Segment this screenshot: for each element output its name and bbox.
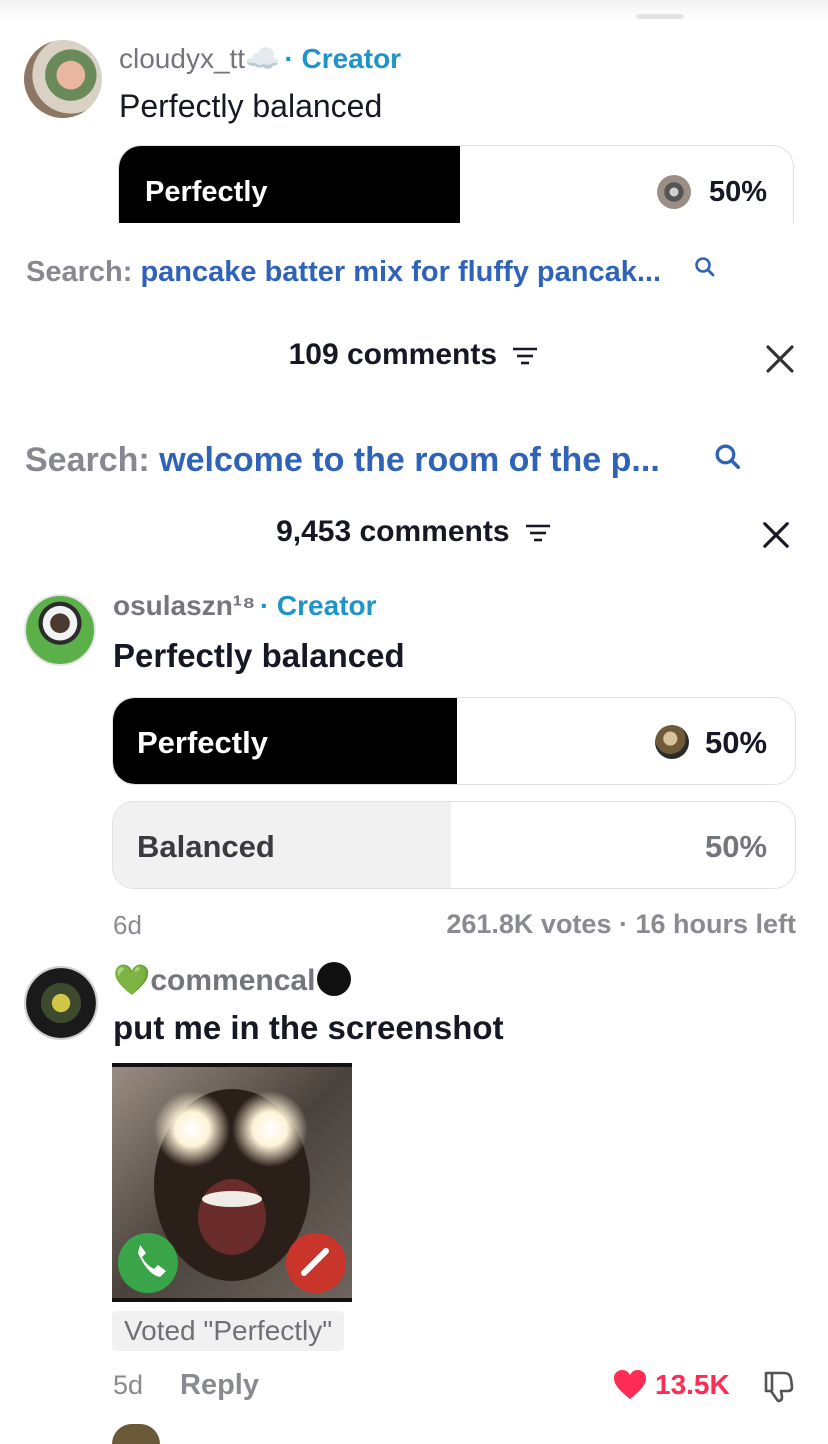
- poll-percent: 50%: [705, 725, 768, 760]
- dislike-icon[interactable]: [762, 1369, 796, 1403]
- poll-option-balanced[interactable]: Balanced 50%: [112, 801, 796, 889]
- drag-handle[interactable]: [636, 14, 684, 19]
- close-icon[interactable]: [762, 521, 790, 549]
- heart-icon[interactable]: [612, 1369, 648, 1401]
- username[interactable]: cloudyx_tt☁️: [119, 43, 280, 74]
- like-count: 13.5K: [655, 1369, 730, 1400]
- avatar[interactable]: [112, 1424, 160, 1444]
- comments-count: 109 comments: [288, 338, 498, 371]
- poll-option-perfectly[interactable]: Perfectly 50%: [112, 697, 796, 785]
- comment-header: 💚commencal: [113, 962, 352, 998]
- search-icon[interactable]: [714, 443, 742, 471]
- comment-text: Perfectly balanced: [119, 88, 383, 124]
- search-icon[interactable]: [694, 256, 716, 278]
- poll-percent: 50%: [709, 176, 768, 208]
- call-meme-image: [112, 1067, 352, 1298]
- comment-age: 6d: [113, 910, 142, 940]
- comment-age: 5d: [113, 1370, 144, 1400]
- comments-header: 9,453 comments: [200, 515, 628, 549]
- poll-percent: 50%: [705, 829, 768, 864]
- comment-header: osulaszn¹⁸ · Creator: [113, 590, 377, 622]
- avatar[interactable]: [24, 594, 96, 666]
- comments-count: 9,453 comments: [276, 515, 510, 548]
- search-query[interactable]: pancake batter mix for fluffy pancak...: [140, 256, 661, 288]
- search-suggestion[interactable]: Search: welcome to the room of the p...: [25, 441, 660, 480]
- username[interactable]: osulaszn¹⁸: [113, 590, 255, 621]
- reply-button[interactable]: Reply: [180, 1369, 259, 1402]
- poll-option-label: Balanced: [137, 829, 275, 864]
- comment-text: Perfectly balanced: [113, 637, 405, 674]
- avatar[interactable]: [24, 966, 98, 1040]
- poll-votes: 261.8K votes · 16 hours left: [446, 909, 796, 939]
- voter-avatar-icon: [657, 175, 691, 209]
- comment-header: cloudyx_tt☁️ · Creator: [119, 42, 401, 75]
- search-query[interactable]: welcome to the room of the p...: [159, 441, 660, 479]
- close-icon[interactable]: [765, 344, 795, 374]
- creator-badge: · Creator: [259, 590, 377, 621]
- comments-header: 109 comments: [200, 338, 628, 372]
- search-prefix: Search:: [26, 256, 133, 288]
- poll-option-perfectly[interactable]: Perfectly 50%: [118, 145, 794, 223]
- comment-text: put me in the screenshot: [113, 1009, 504, 1046]
- green-heart-icon: 💚: [113, 964, 151, 997]
- search-prefix: Search:: [25, 441, 150, 479]
- poll-option-label: Perfectly: [145, 176, 268, 208]
- voted-badge: Voted "Perfectly": [112, 1311, 345, 1351]
- creator-badge: · Creator: [284, 43, 402, 74]
- comment-image[interactable]: [112, 1063, 352, 1302]
- voter-avatar-icon: [655, 725, 689, 759]
- avatar[interactable]: [24, 40, 102, 118]
- accept-call-icon: [118, 1233, 178, 1293]
- poll-option-label: Perfectly: [137, 725, 268, 760]
- sort-icon[interactable]: [511, 345, 539, 367]
- search-suggestion[interactable]: Search: pancake batter mix for fluffy pa…: [26, 256, 661, 289]
- top-strip: [0, 0, 828, 22]
- username[interactable]: commencal: [150, 964, 315, 997]
- black-circle-icon: [317, 962, 352, 996]
- sort-icon[interactable]: [524, 522, 552, 544]
